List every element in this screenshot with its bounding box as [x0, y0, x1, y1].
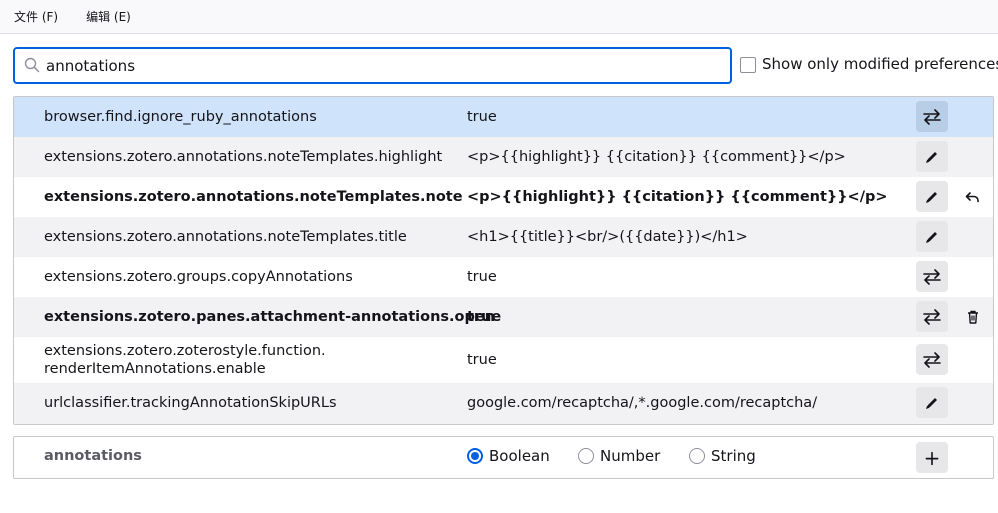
edit-icon: [926, 231, 937, 243]
edit-icon: [926, 151, 937, 163]
edit-icon: [926, 191, 937, 203]
pref-name: urlclassifier.trackingAnnotationSkipURLs: [44, 395, 337, 411]
pref-name: extensions.zotero.annotations.noteTempla…: [44, 149, 443, 165]
pref-row[interactable]: extensions.zotero.groups.copyAnnotations…: [14, 257, 993, 297]
search-input[interactable]: [46, 54, 716, 77]
pref-value: true: [467, 309, 502, 325]
new-pref-name: annotations: [44, 448, 142, 464]
pref-name: browser.find.ignore_ruby_annotations: [44, 109, 317, 125]
radio-button[interactable]: [467, 448, 483, 464]
pref-value: true: [467, 109, 497, 125]
menu-edit[interactable]: 编辑 (E): [72, 0, 145, 34]
pref-value: true: [467, 352, 497, 368]
preferences-table: browser.find.ignore_ruby_annotations tru…: [13, 96, 994, 425]
pref-row[interactable]: extensions.zotero.zoterostyle.function. …: [14, 337, 993, 383]
radio-label[interactable]: Number: [600, 447, 660, 465]
pref-value: <p>{{highlight}} {{citation}} {{comment}…: [467, 189, 888, 205]
pref-value: <h1>{{title}}<br/>({{date}})</h1>: [467, 229, 748, 245]
pref-value: <p>{{highlight}} {{citation}} {{comment}…: [467, 149, 846, 165]
pref-name: extensions.zotero.groups.copyAnnotations: [44, 269, 353, 285]
toggle-button[interactable]: [916, 301, 948, 332]
radio-button[interactable]: [578, 448, 594, 464]
search-box[interactable]: [13, 47, 732, 84]
pref-name-line1: extensions.zotero.zoterostyle.function.: [44, 343, 326, 359]
delete-button[interactable]: [959, 303, 987, 331]
pref-value: true: [467, 269, 497, 285]
toggle-icon: [923, 351, 941, 368]
radio-label[interactable]: Boolean: [489, 447, 550, 465]
show-modified-label[interactable]: Show only modified preferences: [762, 55, 998, 73]
add-preference-row: annotations Boolean Number String +: [13, 436, 994, 479]
toggle-icon: [923, 308, 941, 325]
radio-string[interactable]: String: [689, 447, 756, 465]
reset-icon: [965, 192, 979, 203]
edit-button[interactable]: [916, 221, 948, 252]
pref-name: extensions.zotero.annotations.noteTempla…: [44, 229, 407, 245]
pref-row[interactable]: extensions.zotero.annotations.noteTempla…: [14, 217, 993, 257]
add-icon: +: [923, 445, 941, 470]
show-modified-checkbox[interactable]: [740, 57, 756, 73]
pref-name: extensions.zotero.panes.attachment-annot…: [44, 309, 496, 325]
pref-row[interactable]: extensions.zotero.annotations.noteTempla…: [14, 177, 993, 217]
edit-button[interactable]: [916, 141, 948, 172]
pref-row[interactable]: extensions.zotero.annotations.noteTempla…: [14, 137, 993, 177]
reset-button[interactable]: [959, 183, 987, 211]
pref-name-line2: renderItemAnnotations.enable: [44, 361, 266, 377]
radio-number[interactable]: Number: [578, 447, 660, 465]
menu-bar: 文件 (F) 编辑 (E): [0, 0, 998, 34]
pref-row[interactable]: extensions.zotero.panes.attachment-annot…: [14, 297, 993, 337]
add-button[interactable]: +: [916, 442, 948, 473]
edit-button[interactable]: [916, 181, 948, 212]
toggle-button[interactable]: [916, 261, 948, 292]
toggle-button[interactable]: [916, 344, 948, 375]
pref-value: google.com/recaptcha/,*.google.com/recap…: [467, 395, 818, 411]
toggle-icon: [923, 268, 941, 285]
edit-icon: [926, 397, 937, 409]
toggle-button[interactable]: [916, 101, 948, 132]
pref-row[interactable]: urlclassifier.trackingAnnotationSkipURLs…: [14, 383, 993, 424]
toggle-icon: [923, 108, 941, 125]
search-icon: [23, 56, 41, 74]
radio-button[interactable]: [689, 448, 705, 464]
pref-name: extensions.zotero.annotations.noteTempla…: [44, 189, 463, 205]
radio-boolean[interactable]: Boolean: [467, 447, 550, 465]
radio-label[interactable]: String: [711, 447, 756, 465]
pref-row[interactable]: browser.find.ignore_ruby_annotations tru…: [14, 97, 993, 137]
menu-file[interactable]: 文件 (F): [0, 0, 72, 34]
delete-icon: [968, 310, 978, 324]
edit-button[interactable]: [916, 387, 948, 418]
